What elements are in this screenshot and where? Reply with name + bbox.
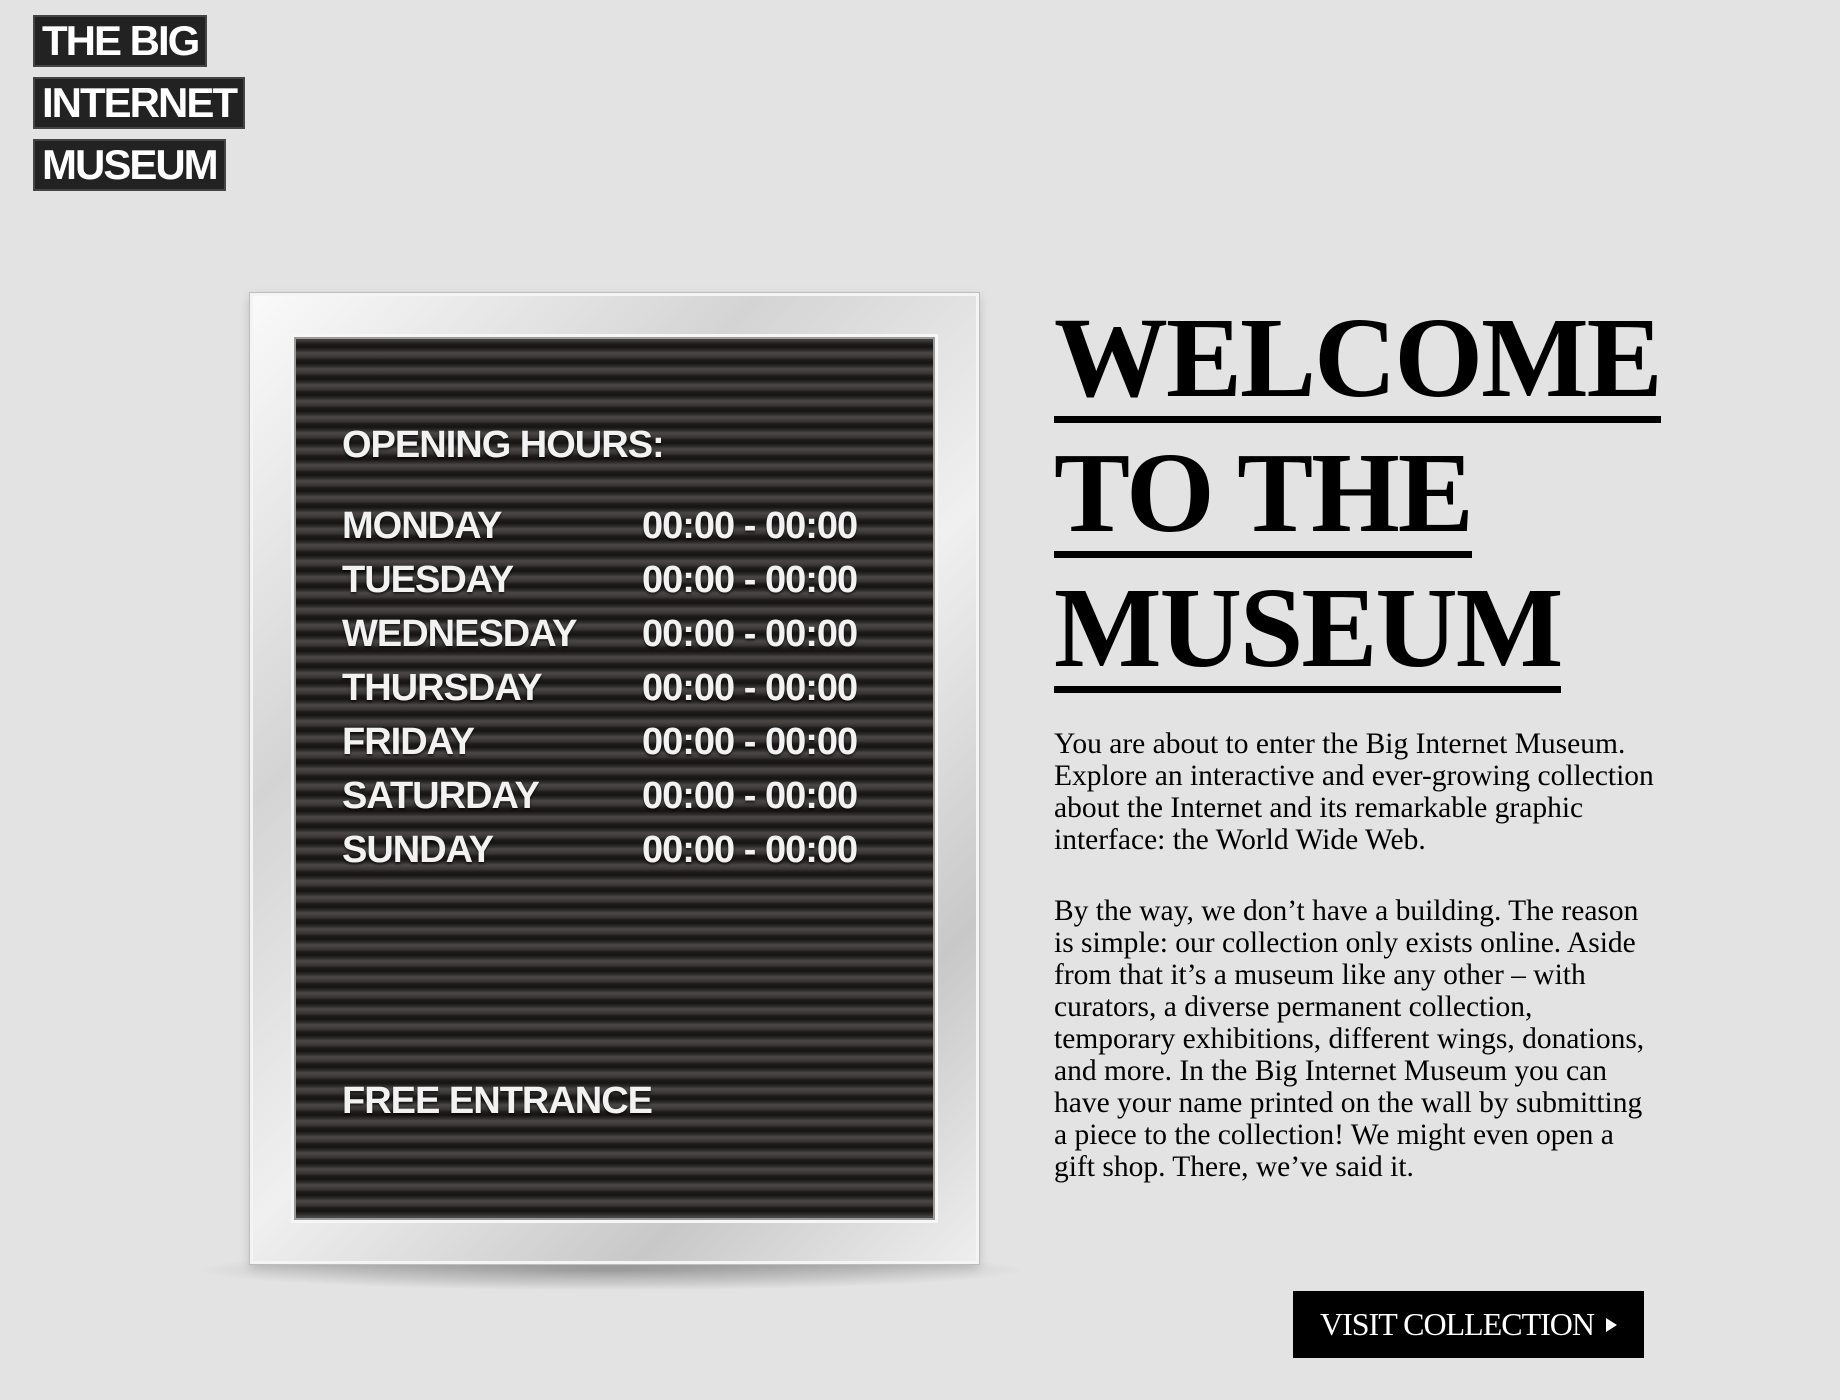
letter-board-surface: OPENING HOURS: MONDAY 00:00 - 00:00 TUES… bbox=[291, 334, 938, 1223]
hours-row-sunday: SUNDAY 00:00 - 00:00 bbox=[342, 823, 895, 877]
hours-day: MONDAY bbox=[342, 505, 502, 547]
logo-line-3: MUSEUM bbox=[33, 139, 226, 191]
hours-day: FRIDAY bbox=[342, 721, 475, 763]
welcome-line-2: TO THE bbox=[1054, 429, 1474, 558]
intro-text: You are about to enter the Big Internet … bbox=[1054, 728, 1654, 1222]
visit-collection-label: VISIT COLLECTION bbox=[1319, 1306, 1595, 1342]
logo-line-1: THE BIG bbox=[33, 15, 208, 67]
welcome-line-1: WELCOME bbox=[1054, 294, 1663, 423]
opening-hours-list: OPENING HOURS: MONDAY 00:00 - 00:00 TUES… bbox=[342, 423, 895, 877]
hours-time: 00:00 - 00:00 bbox=[642, 829, 858, 871]
welcome-heading: WELCOME TO THE MUSEUM bbox=[1054, 294, 1663, 705]
hours-time: 00:00 - 00:00 bbox=[642, 721, 858, 763]
welcome-line-3: MUSEUM bbox=[1054, 564, 1563, 693]
intro-paragraph-1: You are about to enter the Big Internet … bbox=[1054, 728, 1654, 856]
hours-time: 00:00 - 00:00 bbox=[642, 775, 858, 817]
site-logo[interactable]: THE BIG INTERNET MUSEUM bbox=[33, 15, 245, 201]
hours-day: WEDNESDAY bbox=[342, 613, 578, 655]
hours-row-thursday: THURSDAY 00:00 - 00:00 bbox=[342, 661, 895, 715]
hours-row-tuesday: TUESDAY 00:00 - 00:00 bbox=[342, 553, 895, 607]
play-arrow-icon bbox=[1606, 1317, 1618, 1332]
visit-collection-button[interactable]: VISIT COLLECTION bbox=[1293, 1291, 1644, 1358]
opening-hours-title: OPENING HOURS: bbox=[342, 424, 665, 466]
hours-time: 00:00 - 00:00 bbox=[642, 559, 858, 601]
hours-day: SUNDAY bbox=[342, 829, 494, 871]
hours-day: TUESDAY bbox=[342, 559, 514, 601]
hours-day: SATURDAY bbox=[342, 775, 540, 817]
hours-row-wednesday: WEDNESDAY 00:00 - 00:00 bbox=[342, 607, 895, 661]
hours-time: 00:00 - 00:00 bbox=[642, 667, 858, 709]
hours-day: THURSDAY bbox=[342, 667, 543, 709]
opening-hours-board: OPENING HOURS: MONDAY 00:00 - 00:00 TUES… bbox=[250, 293, 979, 1264]
hours-time: 00:00 - 00:00 bbox=[642, 505, 858, 547]
logo-line-2: INTERNET bbox=[33, 77, 245, 129]
hours-row-monday: MONDAY 00:00 - 00:00 bbox=[342, 499, 895, 553]
intro-paragraph-2: By the way, we don’t have a building. Th… bbox=[1054, 895, 1645, 1183]
hours-row-friday: FRIDAY 00:00 - 00:00 bbox=[342, 715, 895, 769]
hours-time: 00:00 - 00:00 bbox=[642, 613, 858, 655]
hours-row-saturday: SATURDAY 00:00 - 00:00 bbox=[342, 769, 895, 823]
free-entrance-label: FREE ENTRANCE bbox=[342, 1080, 653, 1122]
